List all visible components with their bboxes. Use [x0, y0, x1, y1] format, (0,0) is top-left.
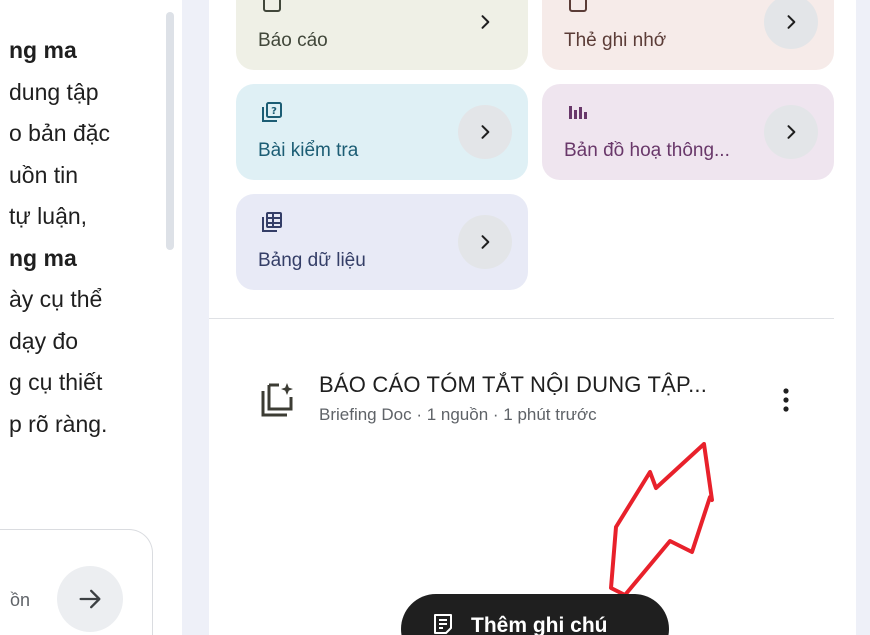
chat-line: ng ma [9, 37, 77, 63]
chat-line: ng ma [9, 244, 77, 271]
studio-panel: Báo cáo Thẻ ghi nhớ ? Bài kiểm tra Bản đ… [209, 0, 856, 635]
flashcards-icon [569, 0, 587, 12]
chevron-right-icon [481, 235, 490, 249]
data-table-open-button[interactable] [458, 215, 512, 269]
chevron-right-icon [481, 125, 490, 139]
window-edge [856, 0, 870, 635]
chat-scrollbar[interactable] [166, 12, 174, 250]
quiz-tile[interactable]: ? Bài kiểm tra [236, 84, 528, 180]
chat-panel: ng ma dung tập o bản đặc uồn tin tự luận… [0, 0, 182, 635]
infographic-open-button[interactable] [764, 105, 818, 159]
more-vert-icon[interactable] [776, 386, 796, 414]
chevron-right-icon [481, 15, 490, 29]
data-table-tile[interactable]: Bảng dữ liệu [236, 194, 528, 290]
chat-response-text: ng ma dung tập o bản đặc uồn tin tự luận… [9, 30, 182, 445]
report-tile[interactable]: Báo cáo [236, 0, 528, 70]
add-note-label: Thêm ghi chú [471, 614, 608, 635]
chat-line: dung tập [9, 78, 99, 105]
chat-line: tự luận, [9, 203, 88, 229]
chat-line: uồn tin [9, 161, 79, 188]
note-title[interactable]: BÁO CÁO TÓM TẮT NỘI DUNG TẬP... [319, 372, 707, 398]
report-open-button[interactable] [458, 0, 512, 49]
arrow-right-icon [79, 589, 101, 609]
svg-text:?: ? [271, 106, 277, 117]
quiz-open-button[interactable] [458, 105, 512, 159]
chat-line: dạy đo [9, 327, 79, 354]
add-note-button[interactable]: Thêm ghi chú [401, 594, 669, 635]
app-screen: ng ma dung tập o bản đặc uồn tin tự luận… [0, 0, 870, 635]
section-divider [209, 318, 834, 319]
note-meta: Briefing Doc · 1 nguồn · 1 phút trước [319, 405, 597, 424]
chat-line: o bản đặc [9, 120, 111, 146]
report-icon [263, 0, 281, 12]
chat-line: g cụ thiết [9, 369, 103, 395]
flashcards-tile[interactable]: Thẻ ghi nhớ [542, 0, 834, 70]
send-button[interactable] [57, 566, 123, 632]
quiz-icon: ? [262, 102, 282, 122]
sparkle-document-icon [261, 383, 293, 417]
chevron-right-icon [787, 125, 796, 139]
infographic-tile[interactable]: Bản đồ hoạ thông... [542, 84, 834, 180]
data-table-label: Bảng dữ liệu [258, 250, 366, 271]
quiz-label: Bài kiểm tra [258, 140, 359, 161]
chat-line: ày cụ thể [9, 286, 103, 312]
note-add-icon [434, 614, 452, 634]
bar-chart-icon [569, 106, 587, 119]
chevron-right-icon [787, 15, 796, 29]
infographic-label: Bản đồ hoạ thông... [564, 140, 730, 161]
flashcards-label: Thẻ ghi nhớ [564, 30, 667, 51]
chat-line: p rõ ràng. [9, 410, 108, 437]
chat-input-field[interactable]: ồn [10, 590, 30, 611]
annotation-arrow-icon [609, 442, 714, 597]
report-label: Báo cáo [258, 30, 328, 51]
table-icon [262, 212, 282, 232]
panel-divider [182, 0, 209, 635]
flashcards-open-button[interactable] [764, 0, 818, 49]
